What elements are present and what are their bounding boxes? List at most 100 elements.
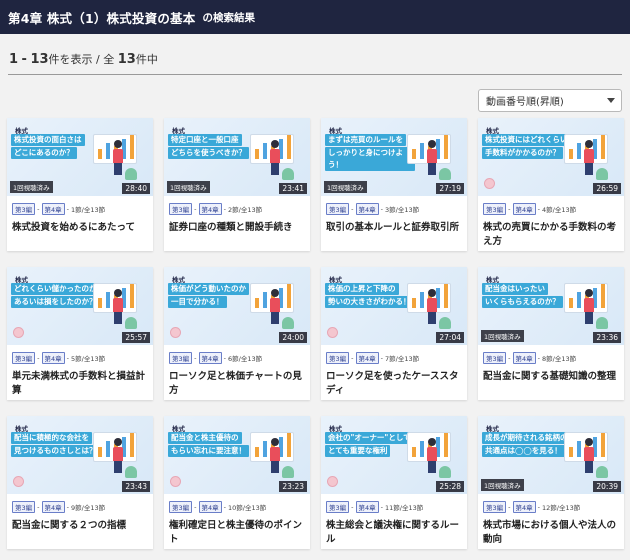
duration-badge: 23:23 [279,481,307,492]
caret-down-icon [607,98,615,103]
plant-illustration [439,466,451,478]
duration-badge: 25:57 [122,332,150,343]
tag-chapter[interactable]: 第4章 [512,352,536,364]
video-card[interactable]: 株式 成長が期待される銘柄の 共通点は◯◯を見る！ 1回視聴済み 20:39 第… [478,416,624,549]
chart-bar-decoration [444,135,448,159]
tag-chapter[interactable]: 第4章 [198,352,222,364]
banner-line-2: しっかりと身につけよう！ [325,147,415,171]
banner-line-1: 配当金はいったい [482,283,548,295]
banner-line-1: 株価がどう動いたのか [168,283,249,295]
total-suffix: 件中 [135,53,158,66]
tag-volume[interactable]: 第3編 [483,352,507,364]
chart-bar-decoration [601,135,605,159]
video-thumbnail[interactable]: 株式 株式投資の面白さは どこにあるのか？ 1回視聴済み 28:40 [7,118,153,196]
presenter-illustration [270,438,280,474]
banner-line-2: 一目で分かる！ [168,296,227,308]
video-card[interactable]: 株式 株式投資にはどれくらい 手数料がかかるのか？ 26:59 第3編 - 第4… [478,118,624,251]
banner-line-1: 特定口座と一般口座 [168,134,242,146]
tag-volume[interactable]: 第3編 [12,352,36,364]
tag-chapter[interactable]: 第4章 [41,352,65,364]
card-tags: 第3編 - 第4章 - 1節/全13節 [12,203,105,215]
video-card[interactable]: 株式 株式投資の面白さは どこにあるのか？ 1回視聴済み 28:40 第3編 -… [7,118,153,251]
watched-badge: 1回視聴済み [10,181,53,193]
video-thumbnail[interactable]: 株式 株価の上昇と下降の 勢いの大きさがわかる！ 27:04 [321,267,467,345]
video-card[interactable]: 株式 まずは売買のルールを しっかりと身につけよう！ 1回視聴済み 27:19 … [321,118,467,251]
video-card[interactable]: 株式 株価がどう動いたのか 一目で分かる！ 24:00 第3編 - 第4章 - … [164,267,310,400]
tag-volume[interactable]: 第3編 [326,203,350,215]
tag-volume[interactable]: 第3編 [483,203,507,215]
tag-volume[interactable]: 第3編 [326,352,350,364]
tag-chapter[interactable]: 第4章 [355,352,379,364]
chart-bar-decoration [287,284,291,308]
video-card[interactable]: 株式 株価の上昇と下降の 勢いの大きさがわかる！ 27:04 第3編 - 第4章… [321,267,467,400]
video-thumbnail[interactable]: 株式 配当金はいったい いくらもらえるのか？ 1回視聴済み 23:36 [478,267,624,345]
card-tags: 第3編 - 第4章 - 5節/全13節 [12,352,105,364]
video-title[interactable]: 単元未満株式の手数料と損益計算 [12,370,152,398]
banner-line-2: いくらもらえるのか？ [482,296,563,308]
tag-chapter[interactable]: 第4章 [41,501,65,513]
thumbnail-banner: まずは売買のルールを しっかりと身につけよう！ [325,134,415,172]
video-title[interactable]: 権利確定日と株主優待のポイント [169,519,309,547]
video-thumbnail[interactable]: 株式 まずは売買のルールを しっかりと身につけよう！ 1回視聴済み 27:19 [321,118,467,196]
tag-chapter[interactable]: 第4章 [512,501,536,513]
video-title[interactable]: 株式市場における個人や法人の動向 [483,519,623,547]
video-thumbnail[interactable]: 株式 どれくらい儲かったのか あるいは損をしたのか？ 25:57 [7,267,153,345]
tag-volume[interactable]: 第3編 [483,501,507,513]
video-title[interactable]: 証券口座の種類と開設手続き [169,221,309,235]
video-title[interactable]: 取引の基本ルールと証券取引所 [326,221,466,235]
tag-chapter[interactable]: 第4章 [198,501,222,513]
duration-badge: 26:59 [593,183,621,194]
chart-bar-decoration [255,298,259,308]
chart-bar-decoration [130,135,134,159]
duration-badge: 27:19 [436,183,464,194]
video-card[interactable]: 株式 配当に積極的な会社を 見つけるものさしとは？ 23:43 第3編 - 第4… [7,416,153,549]
tag-volume[interactable]: 第3編 [12,203,36,215]
video-card[interactable]: 株式 配当金はいったい いくらもらえるのか？ 1回視聴済み 23:36 第3編 … [478,267,624,400]
video-card[interactable]: 株式 特定口座と一般口座 どちらを使うべきか？ 1回視聴済み 23:41 第3編… [164,118,310,251]
unwatched-icon [170,476,181,487]
plant-illustration [596,466,608,478]
video-card[interactable]: 株式 配当金と株主優待の もらい忘れに要注意！ 23:23 第3編 - 第4章 … [164,416,310,549]
video-thumbnail[interactable]: 株式 成長が期待される銘柄の 共通点は◯◯を見る！ 1回視聴済み 20:39 [478,416,624,494]
video-title[interactable]: 株式投資を始めるにあたって [12,221,152,235]
video-card[interactable]: 株式 会社の"オーナー"として とても重要な権利 25:28 第3編 - 第4章… [321,416,467,549]
banner-line-1: 配当金と株主優待の [168,432,242,444]
video-thumbnail[interactable]: 株式 配当に積極的な会社を 見つけるものさしとは？ 23:43 [7,416,153,494]
presenter-illustration [113,438,123,474]
tag-chapter[interactable]: 第4章 [512,203,536,215]
chart-bar-decoration [287,135,291,159]
video-thumbnail[interactable]: 株式 株式投資にはどれくらい 手数料がかかるのか？ 26:59 [478,118,624,196]
video-title[interactable]: 配当金に関する２つの指標 [12,519,152,533]
plant-illustration [125,317,137,329]
unwatched-icon [327,327,338,338]
tag-volume[interactable]: 第3編 [169,352,193,364]
sort-select[interactable]: 動画番号順(昇順) [478,89,622,112]
video-title[interactable]: 株主総会と議決権に関するルール [326,519,466,547]
section-number: 5節/全13節 [71,355,106,363]
presenter-illustration [427,438,437,474]
chart-bar-decoration [412,149,416,159]
tag-volume[interactable]: 第3編 [169,501,193,513]
chart-bar-decoration [601,284,605,308]
video-card[interactable]: 株式 どれくらい儲かったのか あるいは損をしたのか？ 25:57 第3編 - 第… [7,267,153,400]
tag-chapter[interactable]: 第4章 [198,203,222,215]
chart-bar-decoration [263,292,267,308]
chart-bar-decoration [106,143,110,159]
video-title[interactable]: 株式の売買にかかる手数料の考え方 [483,221,623,249]
card-tags: 第3編 - 第4章 - 8節/全13節 [483,352,576,364]
video-thumbnail[interactable]: 株式 株価がどう動いたのか 一目で分かる！ 24:00 [164,267,310,345]
tag-volume[interactable]: 第3編 [12,501,36,513]
tag-chapter[interactable]: 第4章 [355,203,379,215]
tag-chapter[interactable]: 第4章 [355,501,379,513]
plant-illustration [282,317,294,329]
tag-volume[interactable]: 第3編 [169,203,193,215]
video-title[interactable]: 配当金に関する基礎知識の整理 [483,370,623,384]
tag-chapter[interactable]: 第4章 [41,203,65,215]
video-title[interactable]: ローソク足と株価チャートの見方 [169,370,309,398]
video-thumbnail[interactable]: 株式 特定口座と一般口座 どちらを使うべきか？ 1回視聴済み 23:41 [164,118,310,196]
plant-illustration [125,168,137,180]
video-thumbnail[interactable]: 株式 配当金と株主優待の もらい忘れに要注意！ 23:23 [164,416,310,494]
video-title[interactable]: ローソク足を使ったケーススタディ [326,370,466,398]
video-thumbnail[interactable]: 株式 会社の"オーナー"として とても重要な権利 25:28 [321,416,467,494]
tag-volume[interactable]: 第3編 [326,501,350,513]
